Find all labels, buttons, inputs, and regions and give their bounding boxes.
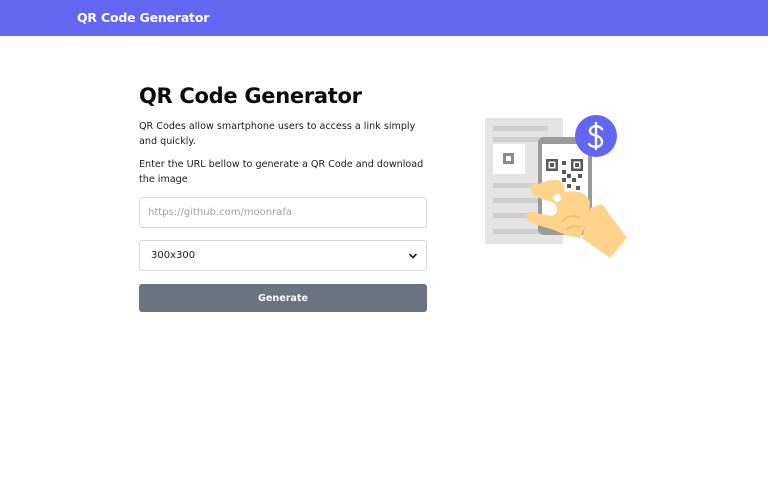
generate-button[interactable]: Generate (139, 284, 427, 312)
chevron-down-icon (409, 253, 417, 258)
qr-scan-illustration (485, 115, 627, 258)
top-navbar: QR Code Generator (0, 0, 768, 36)
size-select[interactable]: 300x300 (139, 240, 427, 271)
qr-form-section: QR Code Generator QR Codes allow smartph… (139, 84, 427, 312)
size-select-value: 300x300 (151, 250, 196, 261)
description-text: QR Codes allow smartphone users to acces… (139, 121, 416, 147)
url-input[interactable] (139, 197, 427, 228)
dollar-icon (575, 115, 617, 157)
document-qr-icon (493, 144, 525, 174)
instruction-text: Enter the URL bellow to generate a QR Co… (139, 159, 424, 185)
hand-icon (526, 179, 627, 258)
brand-title[interactable]: QR Code Generator (77, 10, 209, 25)
page-title: QR Code Generator (139, 84, 362, 108)
